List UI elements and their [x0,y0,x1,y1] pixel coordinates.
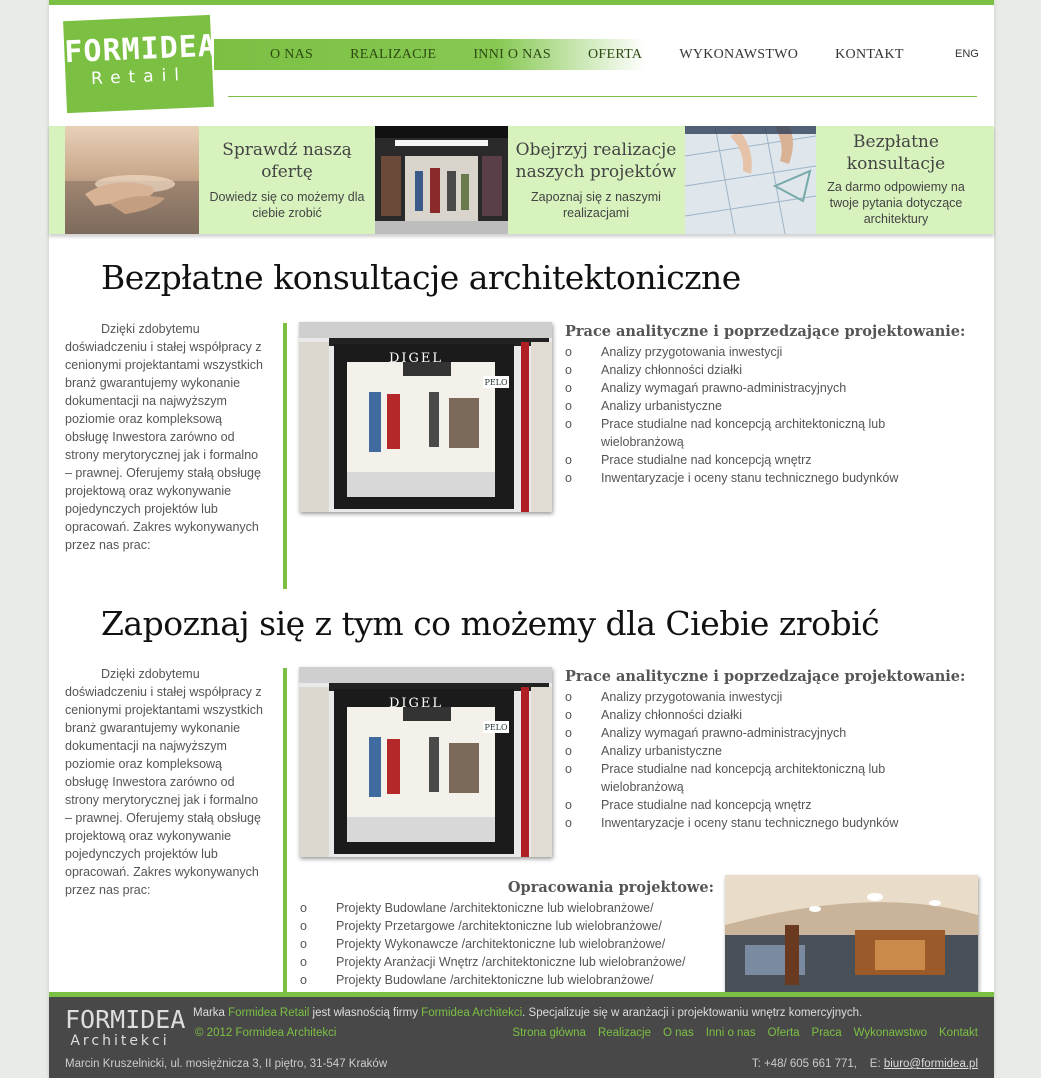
list-item: Analizy chłonności działki [565,706,985,724]
analytics-list: Analizy przygotowania inwestycji Analizy… [565,688,985,832]
section-heading-consultations: Bezpłatne konsultacje architektoniczne [101,258,741,297]
intro-paragraph: Dzięki zdobytemu doświadczeniu i stałej … [65,667,263,825]
promo-image-hands-water[interactable] [65,126,199,234]
promo-image-drawing[interactable] [685,126,816,234]
footer-link-wykonawstwo[interactable]: Wykonawstwo [854,1027,927,1039]
list-item: Analizy przygotowania inwestycji [565,688,985,706]
footer-copyright: © 2012 Formidea Architekci [195,1027,337,1039]
footer-brand-retail: Formidea Retail [228,1007,310,1019]
footer-link-home[interactable]: Strona główna [512,1027,586,1039]
footer-email-label: E: [869,1058,881,1070]
store-sign-text: DIGEL [389,351,443,366]
promo-consultations-desc: Za darmo odpowiemy na twoje pytania doty… [827,180,965,226]
nav-item-wykonawstwo[interactable]: WYKONAWSTWO [679,47,798,63]
footer-note-text: Marka [193,1007,229,1019]
nav-item-realizacje[interactable]: REALIZACJE [350,47,436,63]
promo-consultations[interactable]: Bezpłatne konsultacje Za darmo odpowiemy… [816,126,976,234]
project-documents-title: Opracowania projektowe: [507,879,714,896]
header-divider [228,96,977,97]
nav-item-inni-o-nas[interactable]: INNI O NAS [473,47,551,63]
promo-realizations-title: Obejrzyj realizacje naszych projektów [515,140,677,182]
promo-strip: Sprawdź naszą ofertę Dowiedz się co może… [49,126,994,234]
list-item: Prace studialne nad koncepcją architekto… [565,415,915,451]
list-item: Inwentaryzacje i oceny stanu techniczneg… [565,814,985,832]
analytics-list-block: Prace analityczne i poprzedzające projek… [565,668,985,832]
list-item: Inwentaryzacje i oceny stanu techniczneg… [565,469,985,487]
store-photo-image: DIGEL PELO [299,667,552,857]
list-item: Prace studialne nad koncepcją wnętrz [565,796,985,814]
footer-link-inni-o-nas[interactable]: Inni o nas [706,1027,756,1039]
promo-realizations[interactable]: Obejrzyj realizacje naszych projektów Za… [508,126,684,234]
interior-photo-image [725,875,978,992]
promo-image-store[interactable] [375,126,508,234]
list-item: Analizy przygotowania inwestycji [565,343,985,361]
footer: FORMIDEA Architekci Marka Formidea Retai… [49,992,994,1078]
promo-realizations-desc: Zapoznaj się z naszymi realizacjami [531,190,661,220]
footer-brand-arch: Formidea Architekci [421,1007,523,1019]
list-item: Projekty Wykonawcze /architektoniczne lu… [300,935,714,953]
section-intro-text: Dzięki zdobytemu doświadczeniu i stałej … [65,320,265,554]
footer-nav: Strona główna Realizacje O nas Inni o na… [500,1027,978,1039]
list-item: Projekty Przetargowe /architektoniczne l… [300,917,714,935]
logo-wordmark: FORMIDEA [63,28,218,71]
list-item: Projekty Budowlane /architektoniczne lub… [300,971,714,989]
footer-logo-subtitle: Architekci [70,1033,170,1049]
list-item: Projekty Aranżacji Wnętrz /architektonic… [300,953,714,971]
logo[interactable]: FORMIDEA Retail [63,14,218,114]
promo-consultations-title: Bezpłatne konsultacje [846,132,946,174]
footer-ownership-note: Marka Formidea Retail jest własnością fi… [193,1007,862,1019]
footer-note-text: jest własnością firmy [309,1007,422,1019]
store-sign2-text: PELO [484,378,508,387]
footer-phone: T: +48/ 605 661 771, [751,1058,857,1070]
footer-link-o-nas[interactable]: O nas [663,1027,694,1039]
footer-logo[interactable]: FORMIDEA Architekci [65,1005,186,1050]
page-container: FORMIDEA Retail O NAS REALIZACJE INNI O … [49,0,994,1078]
nav-item-kontakt[interactable]: KONTAKT [835,47,904,63]
analytics-list-title: Prace analityczne i poprzedzające projek… [565,668,966,685]
list-item: Analizy wymagań prawno-administracyjnych [565,379,985,397]
promo-offer-title: Sprawdź naszą ofertę [222,140,352,182]
analytics-list: Analizy przygotowania inwestycji Analizy… [565,343,985,487]
list-item: Prace studialne nad koncepcją wnętrz [565,451,985,469]
footer-note-text: . Specjalizuje się w aranżacji i projekt… [522,1007,863,1019]
nav-item-oferta[interactable]: OFERTA [588,47,642,63]
footer-address: Marcin Kruszelnicki, ul. mosiężnicza 3, … [65,1058,388,1070]
store-photo[interactable]: DIGEL PELO [299,667,552,857]
footer-contact: T: +48/ 605 661 771, E: biuro@formidea.p… [752,1058,978,1070]
list-item: Analizy urbanistyczne [565,742,985,760]
section-intro-text: Dzięki zdobytemu doświadczeniu i stałej … [65,665,265,899]
nav-item-o-nas[interactable]: O NAS [270,47,313,63]
footer-link-praca[interactable]: Praca [812,1027,842,1039]
analytics-list-title: Prace analityczne i poprzedzające projek… [565,323,966,340]
section-heading-what-we-do: Zapoznaj się z tym co możemy dla Ciebie … [101,604,880,643]
footer-link-oferta[interactable]: Oferta [768,1027,800,1039]
intro-paragraph: Dzięki zdobytemu doświadczeniu i stałej … [65,322,263,480]
list-item: Analizy chłonności działki [565,361,985,379]
list-item: Prace studialne nad koncepcją architekto… [565,760,915,796]
section-divider-bar [283,323,287,589]
store-photo[interactable]: DIGEL PELO [299,322,552,512]
section-divider-bar [283,668,287,992]
store-sign-text: DIGEL [389,696,443,711]
store-sign2-text: PELO [484,723,508,732]
analytics-list-block: Prace analityczne i poprzedzające projek… [565,323,985,487]
interior-photo[interactable] [725,875,978,992]
project-documents-list: Projekty Budowlane /architektoniczne lub… [300,899,714,989]
store-photo-image: DIGEL PELO [299,322,552,512]
footer-link-realizacje[interactable]: Realizacje [598,1027,651,1039]
list-item: Analizy wymagań prawno-administracyjnych [565,724,985,742]
promo-offer-desc: Dowiedz się co możemy dla ciebie zrobić [209,190,365,220]
main-nav: O NAS REALIZACJE INNI O NAS OFERTA WYKON… [270,39,941,70]
list-item: Analizy urbanistyczne [565,397,985,415]
project-documents-block: Opracowania projektowe: Projekty Budowla… [300,879,714,989]
footer-link-kontakt[interactable]: Kontakt [939,1027,978,1039]
list-item: Projekty Budowlane /architektoniczne lub… [300,899,714,917]
footer-logo-wordmark: FORMIDEA [65,1005,186,1034]
footer-email-link[interactable]: biuro@formidea.pl [884,1058,978,1070]
language-switch[interactable]: ENG [955,48,979,60]
promo-offer[interactable]: Sprawdź naszą ofertę Dowiedz się co może… [199,126,375,234]
